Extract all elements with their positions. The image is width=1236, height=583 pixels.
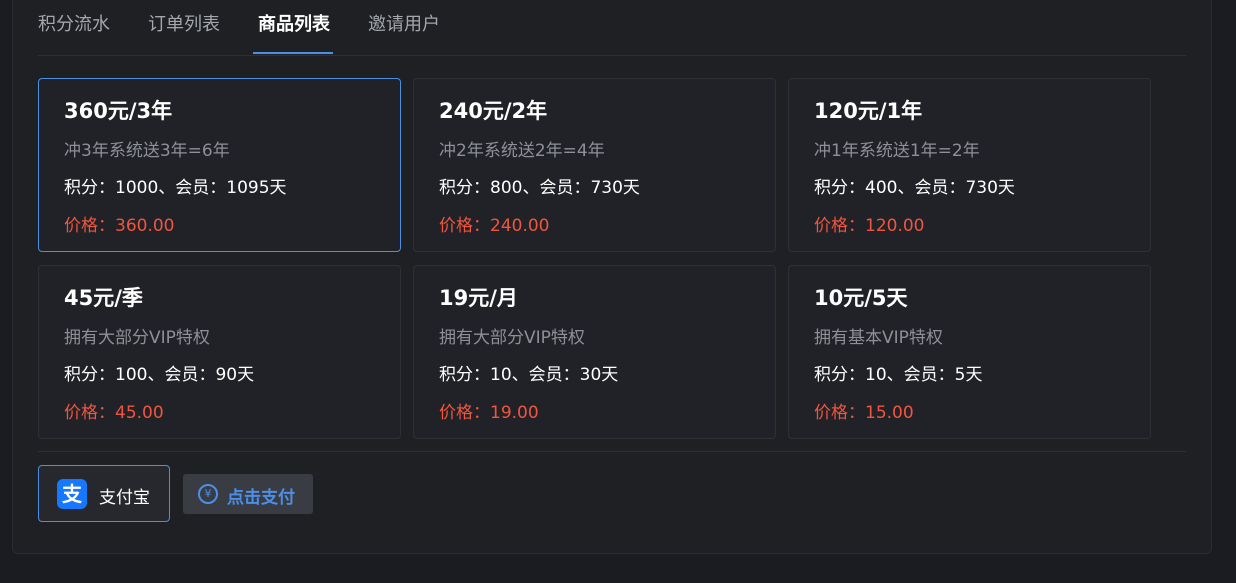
tab-points-history[interactable]: 积分流水 [38,12,110,38]
product-title: 19元/月 [439,286,518,310]
active-tab-indicator [253,52,333,54]
product-card-5-days[interactable]: 10元/5天 拥有基本VIP特权 积分：10、会员：5天 价格：15.00 [788,265,1151,439]
product-title: 240元/2年 [439,99,548,123]
product-title: 45元/季 [64,286,143,310]
product-price: 价格：19.00 [439,403,539,423]
product-benefits: 积分：1000、会员：1095天 [64,178,287,198]
product-price: 价格：15.00 [814,403,914,423]
tab-invite-users[interactable]: 邀请用户 [368,12,440,38]
pay-now-label: 点击支付 [227,488,295,508]
product-price: 价格：360.00 [64,216,175,236]
product-price: 价格：120.00 [814,216,925,236]
product-card-quarter[interactable]: 45元/季 拥有大部分VIP特权 积分：100、会员：90天 价格：45.00 [38,265,401,439]
section-divider [38,451,1186,452]
product-card-2-years[interactable]: 240元/2年 冲2年系统送2年=4年 积分：800、会员：730天 价格：24… [413,78,776,252]
tab-order-list[interactable]: 订单列表 [148,12,220,38]
product-card-1-year[interactable]: 120元/1年 冲1年系统送1年=2年 积分：400、会员：730天 价格：12… [788,78,1151,252]
product-benefits: 积分：10、会员：5天 [814,365,983,385]
product-title: 120元/1年 [814,99,923,123]
tab-product-list[interactable]: 商品列表 [258,12,330,38]
product-description: 冲2年系统送2年=4年 [439,141,605,161]
product-description: 拥有大部分VIP特权 [439,328,585,348]
pay-now-button[interactable]: ¥ 点击支付 [183,474,313,514]
product-description: 拥有大部分VIP特权 [64,328,210,348]
alipay-icon: 支 [57,479,87,509]
yen-circle-icon: ¥ [198,484,218,504]
tab-bar: 积分流水 订单列表 商品列表 邀请用户 [38,0,1186,56]
product-card-3-years[interactable]: 360元/3年 冲3年系统送3年=6年 积分：1000、会员：1095天 价格：… [38,78,401,252]
product-benefits: 积分：10、会员：30天 [439,365,619,385]
product-price: 价格：240.00 [439,216,550,236]
product-benefits: 积分：100、会员：90天 [64,365,255,385]
product-card-month[interactable]: 19元/月 拥有大部分VIP特权 积分：10、会员：30天 价格：19.00 [413,265,776,439]
product-description: 拥有基本VIP特权 [814,328,943,348]
product-title: 10元/5天 [814,286,908,310]
product-benefits: 积分：400、会员：730天 [814,178,1015,198]
alipay-method-option[interactable]: 支 支付宝 [38,465,170,522]
product-description: 冲1年系统送1年=2年 [814,141,980,161]
payment-method-label: 支付宝 [99,488,150,508]
product-title: 360元/3年 [64,99,173,123]
product-benefits: 积分：800、会员：730天 [439,178,640,198]
product-description: 冲3年系统送3年=6年 [64,141,230,161]
product-price: 价格：45.00 [64,403,164,423]
